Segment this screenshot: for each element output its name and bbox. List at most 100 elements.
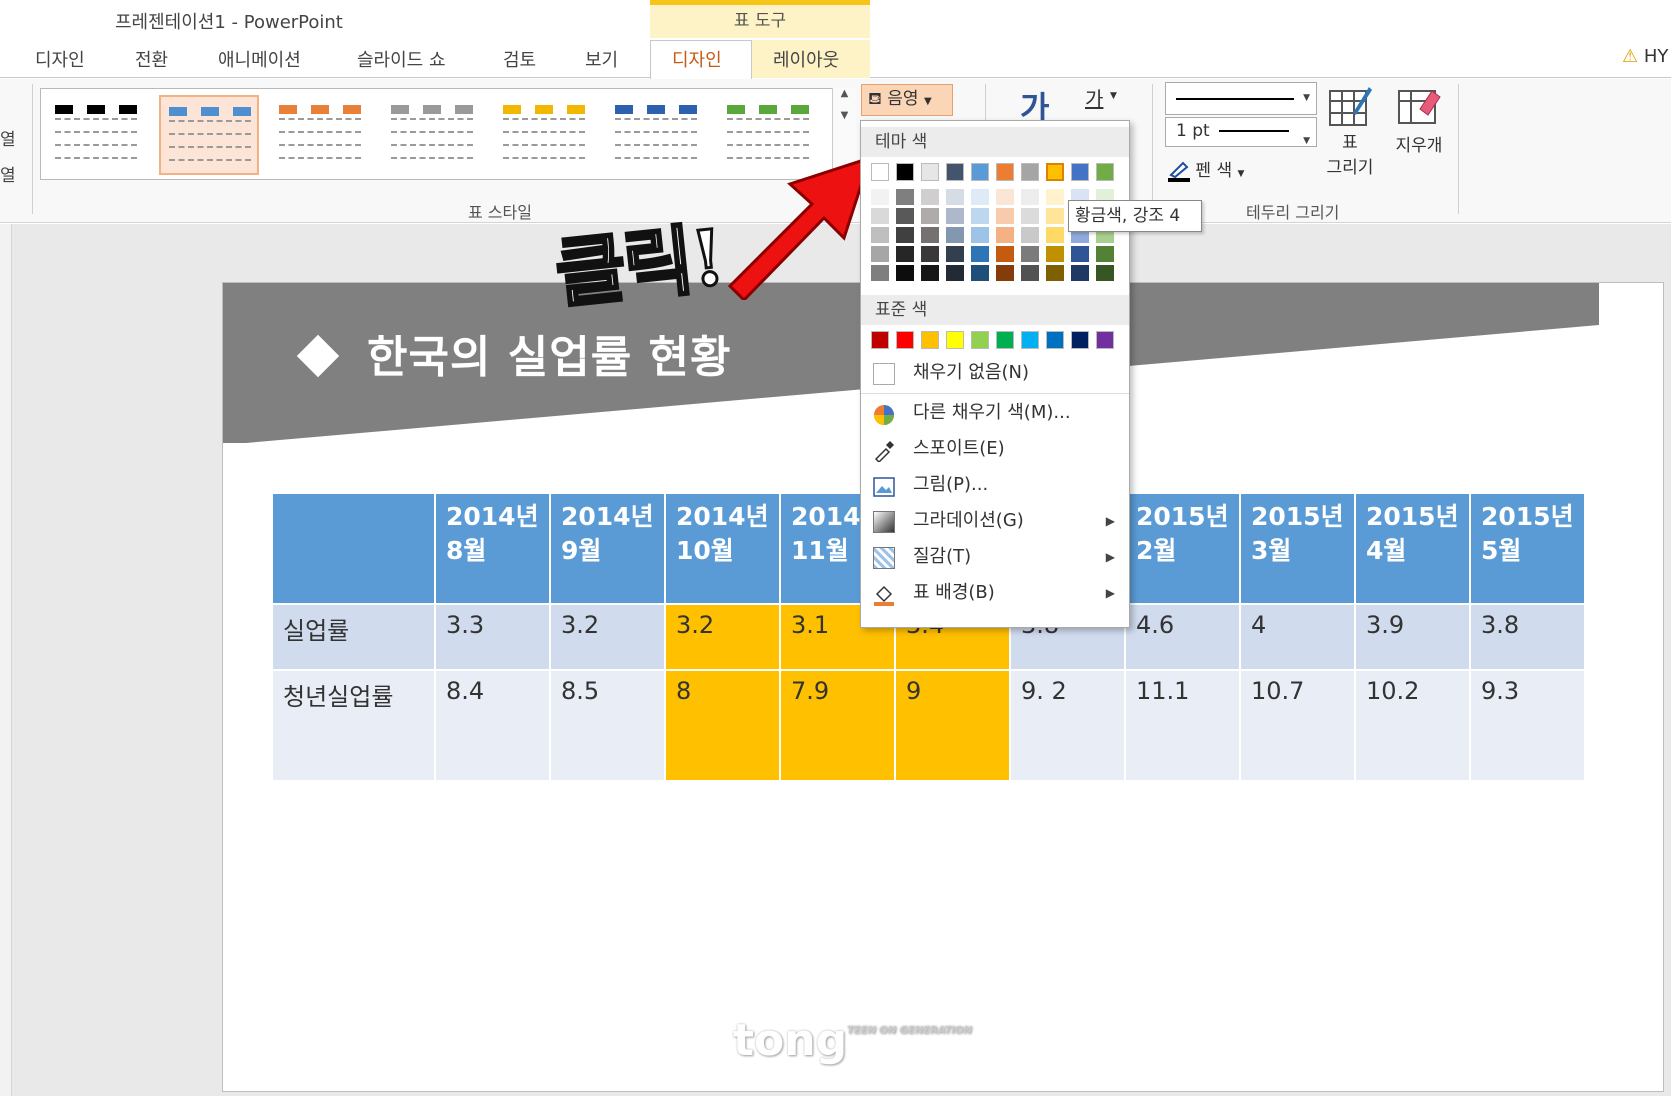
table-cell-highlighted[interactable]: 7.9 (780, 669, 896, 780)
table-style-thumbnail[interactable] (47, 95, 147, 175)
theme-color-swatch[interactable] (996, 163, 1014, 181)
theme-shade-swatch[interactable] (946, 227, 964, 243)
theme-shade-swatch[interactable] (971, 208, 989, 224)
table-cell[interactable]: 4 (1240, 603, 1356, 670)
standard-color-swatch[interactable] (971, 331, 989, 349)
table-cell[interactable]: 3.3 (435, 603, 551, 670)
standard-color-swatch[interactable] (1046, 331, 1064, 349)
theme-shade-swatch[interactable] (1046, 246, 1064, 262)
table-style-thumbnail[interactable] (271, 95, 371, 175)
table-cell[interactable]: 8.5 (550, 669, 666, 780)
table-cell-highlighted[interactable]: 3.2 (665, 603, 781, 670)
table-cell-highlighted[interactable]: 8 (665, 669, 781, 780)
table-style-thumbnail[interactable] (607, 95, 707, 175)
row-label[interactable]: 실업률 (273, 603, 436, 670)
theme-shade-swatch[interactable] (946, 189, 964, 205)
standard-color-swatch[interactable] (871, 331, 889, 349)
theme-color-swatch[interactable] (1096, 163, 1114, 181)
theme-shade-swatch[interactable] (896, 208, 914, 224)
table-cell[interactable]: 10.7 (1240, 669, 1356, 780)
row-label[interactable]: 청년실업률 (273, 669, 436, 780)
theme-shade-swatch[interactable] (871, 246, 889, 262)
theme-shade-swatch[interactable] (921, 189, 939, 205)
table-style-thumbnail[interactable] (495, 95, 595, 175)
theme-shade-swatch[interactable] (896, 246, 914, 262)
theme-shade-swatch[interactable] (971, 227, 989, 243)
table-header-cell[interactable]: 2015년 2월 (1125, 494, 1241, 604)
theme-shade-swatch[interactable] (1071, 265, 1089, 281)
theme-shade-swatch[interactable] (896, 227, 914, 243)
table-background-item[interactable]: 표 배경(B) ▶ (861, 575, 1129, 611)
theme-shade-swatch[interactable] (1071, 246, 1089, 262)
theme-shade-swatch[interactable] (996, 227, 1014, 243)
warning-indicator[interactable]: ⚠ HY (1622, 46, 1668, 67)
standard-color-swatch[interactable] (1071, 331, 1089, 349)
text-fill-button[interactable]: 가 (1085, 83, 1103, 112)
table-header-cell[interactable]: 2014년 8월 (435, 494, 551, 604)
more-fill-colors-item[interactable]: 다른 채우기 색(M)... (861, 395, 1129, 431)
theme-shade-swatch[interactable] (971, 265, 989, 281)
eraser-button[interactable]: 지우개 (1382, 83, 1456, 156)
theme-color-swatch[interactable] (921, 163, 939, 181)
theme-shade-swatch[interactable] (896, 265, 914, 281)
draw-table-button[interactable]: 표 그리기 (1318, 83, 1382, 181)
theme-color-swatch[interactable] (1071, 163, 1089, 181)
standard-color-swatch[interactable] (946, 331, 964, 349)
picture-fill-item[interactable]: 그림(P)... (861, 467, 1129, 503)
theme-shade-swatch[interactable] (946, 265, 964, 281)
table-cell-highlighted[interactable]: 9 (895, 669, 1011, 780)
shading-button[interactable]: ⛾ 음영 ▼ (861, 84, 953, 116)
option-label[interactable]: 열 (0, 122, 14, 158)
standard-color-swatch[interactable] (996, 331, 1014, 349)
theme-shade-swatch[interactable] (946, 208, 964, 224)
theme-color-swatch[interactable] (946, 163, 964, 181)
theme-shade-swatch[interactable] (1046, 227, 1064, 243)
table-header-cell[interactable]: 2014년 10월 (665, 494, 781, 604)
theme-shade-swatch[interactable] (996, 265, 1014, 281)
tab-transitions[interactable]: 전환 (135, 46, 168, 72)
theme-shade-swatch[interactable] (971, 246, 989, 262)
tab-animations[interactable]: 애니메이션 (218, 46, 301, 72)
theme-shade-swatch[interactable] (871, 265, 889, 281)
no-fill-item[interactable]: 채우기 없음(N) (861, 355, 1129, 391)
theme-shade-swatch[interactable] (946, 246, 964, 262)
table-header-cell[interactable]: 2015년 3월 (1240, 494, 1356, 604)
tab-view[interactable]: 보기 (585, 46, 618, 72)
theme-shade-swatch[interactable] (1021, 265, 1039, 281)
pen-weight-select[interactable]: 1 pt ▼ (1165, 117, 1317, 147)
tab-table-design[interactable]: 디자인 (672, 46, 722, 72)
standard-color-swatch[interactable] (896, 331, 914, 349)
table-header-cell[interactable]: 2015년 4월 (1355, 494, 1471, 604)
theme-color-swatch[interactable] (896, 163, 914, 181)
theme-shade-swatch[interactable] (996, 246, 1014, 262)
table-cell[interactable]: 3.9 (1355, 603, 1471, 670)
tab-table-layout[interactable]: 레이아웃 (773, 46, 839, 72)
theme-color-swatch[interactable] (1021, 163, 1039, 181)
theme-shade-swatch[interactable] (1046, 265, 1064, 281)
theme-shade-swatch[interactable] (921, 265, 939, 281)
theme-color-swatch[interactable] (871, 163, 889, 181)
eyedropper-item[interactable]: 스포이트(E) (861, 431, 1129, 467)
theme-color-swatch[interactable] (971, 163, 989, 181)
theme-shade-swatch[interactable] (971, 189, 989, 205)
gradient-item[interactable]: 그라데이션(G) ▶ (861, 503, 1129, 539)
theme-shade-swatch[interactable] (1021, 227, 1039, 243)
table-header-cell[interactable] (273, 494, 436, 604)
theme-shade-swatch[interactable] (921, 208, 939, 224)
table-cell[interactable]: 3.2 (550, 603, 666, 670)
pen-color-button[interactable]: 펜 색 ▼ (1168, 156, 1244, 182)
table-cell[interactable]: 3.8 (1470, 603, 1586, 670)
theme-shade-swatch[interactable] (1021, 189, 1039, 205)
table-cell[interactable]: 9.3 (1470, 669, 1586, 780)
table-header-cell[interactable]: 2014년 9월 (550, 494, 666, 604)
table-cell[interactable]: 9. 2 (1010, 669, 1126, 780)
theme-shade-swatch[interactable] (1046, 189, 1064, 205)
table-header-cell[interactable]: 2015년 5월 (1470, 494, 1586, 604)
table-style-thumbnail[interactable] (159, 95, 259, 175)
table-cell[interactable]: 8.4 (435, 669, 551, 780)
table-cell[interactable]: 11.1 (1125, 669, 1241, 780)
tab-review[interactable]: 검토 (503, 46, 536, 72)
option-label[interactable]: 열 (0, 158, 14, 194)
theme-shade-swatch[interactable] (871, 208, 889, 224)
table-cell[interactable]: 4.6 (1125, 603, 1241, 670)
